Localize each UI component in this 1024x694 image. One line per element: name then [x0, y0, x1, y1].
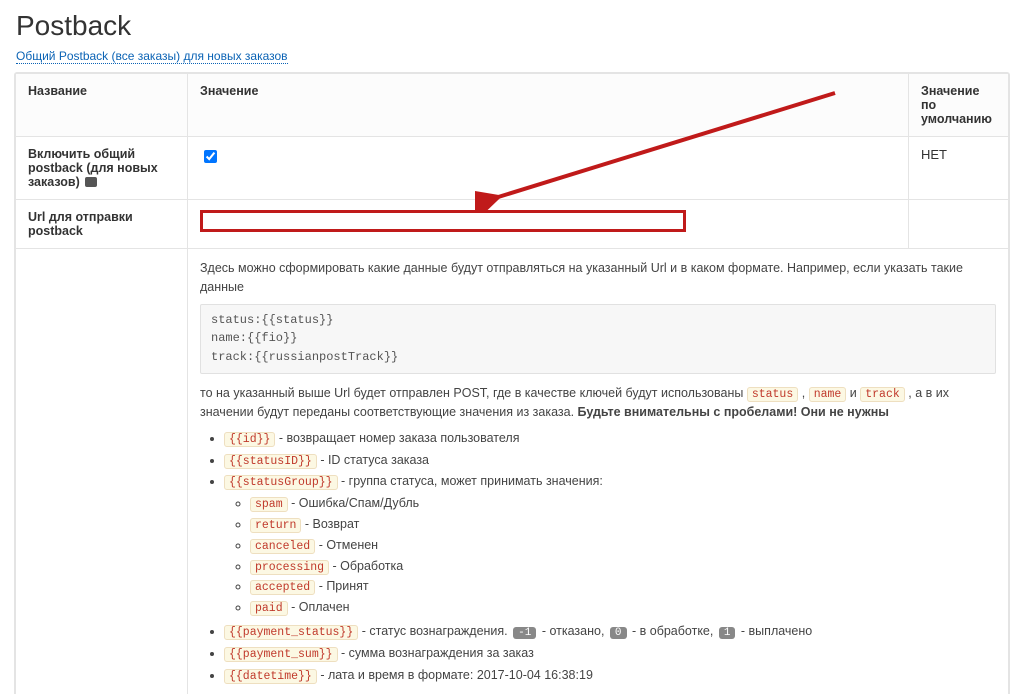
var-paymentstatus: {{payment_status}}	[224, 625, 358, 640]
url-input[interactable]	[200, 210, 686, 232]
col-header-name: Название	[16, 74, 188, 137]
row-url-value	[188, 200, 909, 249]
help-warn: Будьте внимательны с пробелами! Они не н…	[578, 405, 889, 419]
sg-canceled: canceled	[250, 539, 315, 554]
help-sentence2: то на указанный выше Url будет отправлен…	[200, 384, 996, 423]
help-intro: Здесь можно сформировать какие данные бу…	[200, 259, 996, 298]
sg-paid-desc: - Оплачен	[288, 600, 350, 614]
row-enable-default: НЕТ	[909, 137, 1009, 200]
table-row: Здесь можно сформировать какие данные бу…	[16, 249, 1009, 694]
row-url-name: Url для отправки postback	[16, 200, 188, 249]
var-list: {{id}} - возвращает номер заказа пользов…	[200, 429, 996, 686]
key-status: status	[747, 387, 798, 402]
col-header-value: Значение	[188, 74, 909, 137]
sg-accepted-desc: - Принят	[315, 579, 368, 593]
var-id-desc: - возвращает номер заказа пользователя	[279, 431, 520, 445]
sg-spam-desc: - Ошибка/Спам/Дубль	[288, 496, 420, 510]
list-item: accepted - Принят	[250, 577, 996, 597]
list-item: processing - Обработка	[250, 557, 996, 577]
row-help-name	[16, 249, 188, 694]
help-codebox: status:{{status}} name:{{fio}} track:{{r…	[200, 304, 996, 374]
var-statusgroup-desc: - группа статуса, может принимать значен…	[341, 474, 603, 488]
key-track: track	[860, 387, 905, 402]
ps-t2: - в обработке,	[629, 624, 717, 638]
help-text: ,	[802, 386, 809, 400]
list-item: {{payment_status}} - статус вознагражден…	[224, 622, 996, 642]
page-title: Postback	[16, 10, 1008, 42]
help-text: то на указанный выше Url будет отправлен…	[200, 386, 747, 400]
sg-processing: processing	[250, 560, 329, 575]
section-link[interactable]: Общий Postback (все заказы) для новых за…	[16, 49, 288, 64]
table-row: Url для отправки postback	[16, 200, 1009, 249]
list-item: {{statusGroup}} - группа статуса, может …	[224, 472, 996, 618]
list-item: canceled - Отменен	[250, 536, 996, 556]
badge-one: 1	[719, 627, 736, 639]
var-id: {{id}}	[224, 432, 275, 447]
list-item: spam - Ошибка/Спам/Дубль	[250, 494, 996, 514]
statusgroup-values: spam - Ошибка/Спам/Дубль return - Возвра…	[224, 494, 996, 618]
var-statusid-desc: - ID статуса заказа	[320, 453, 429, 467]
list-item: {{datetime}} - лата и время в формате: 2…	[224, 666, 996, 686]
settings-table: Название Значение Значение по умолчанию …	[15, 73, 1009, 694]
var-datetime: {{datetime}}	[224, 669, 317, 684]
comment-icon	[85, 177, 97, 187]
ps-t1: - отказано,	[538, 624, 608, 638]
var-datetime-desc: - лата и время в формате: 2017-10-04 16:…	[320, 668, 593, 682]
list-item: return - Возврат	[250, 515, 996, 535]
help-text: и	[850, 386, 860, 400]
sg-processing-desc: - Обработка	[329, 559, 403, 573]
list-item: {{id}} - возвращает номер заказа пользов…	[224, 429, 996, 449]
badge-zero: 0	[610, 627, 627, 639]
var-paymentsum: {{payment_sum}}	[224, 647, 338, 662]
row-url-default	[909, 200, 1009, 249]
sg-paid: paid	[250, 601, 288, 616]
list-item: paid - Оплачен	[250, 598, 996, 618]
sg-return: return	[250, 518, 301, 533]
var-paymentstatus-desc: - статус вознаграждения.	[362, 624, 511, 638]
sg-accepted: accepted	[250, 580, 315, 595]
var-paymentsum-desc: - сумма вознаграждения за заказ	[341, 646, 534, 660]
list-item: {{statusID}} - ID статуса заказа	[224, 451, 996, 471]
sg-spam: spam	[250, 497, 288, 512]
row-enable-name: Включить общий postback (для новых заказ…	[16, 137, 188, 200]
row-help-value: Здесь можно сформировать какие данные бу…	[188, 249, 1009, 694]
badge-minus1: -1	[513, 627, 536, 639]
list-item: {{payment_sum}} - сумма вознаграждения з…	[224, 644, 996, 664]
enable-checkbox[interactable]	[204, 150, 217, 163]
key-name: name	[809, 387, 847, 402]
ps-t3: - выплачено	[737, 624, 812, 638]
var-statusgroup: {{statusGroup}}	[224, 475, 338, 490]
table-row: Включить общий postback (для новых заказ…	[16, 137, 1009, 200]
col-header-default: Значение по умолчанию	[909, 74, 1009, 137]
sg-return-desc: - Возврат	[301, 517, 359, 531]
var-statusid: {{statusID}}	[224, 454, 317, 469]
help-block: Здесь можно сформировать какие данные бу…	[200, 259, 996, 686]
sg-canceled-desc: - Отменен	[315, 538, 378, 552]
settings-panel: Название Значение Значение по умолчанию …	[14, 72, 1010, 694]
row-enable-value	[188, 137, 909, 200]
